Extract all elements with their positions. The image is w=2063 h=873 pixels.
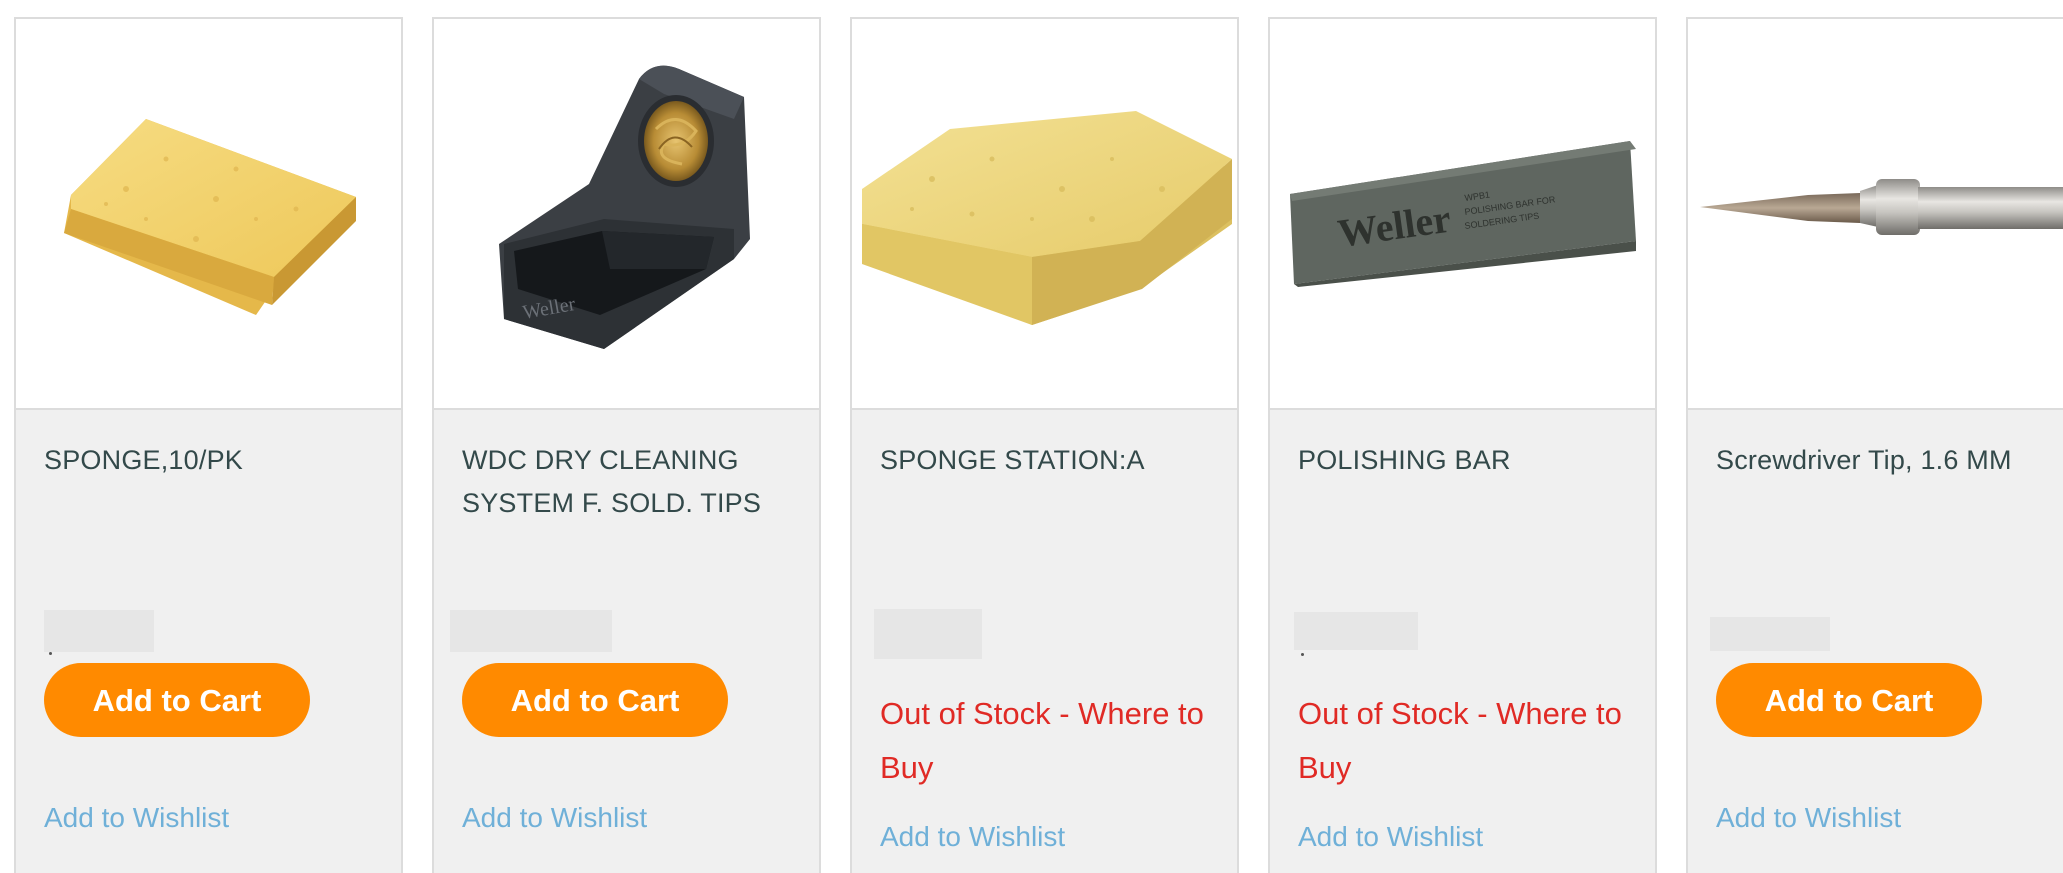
product-card: SPONGE STATION:A Out of Stock - Where to… [850, 17, 1239, 873]
price-placeholder [874, 609, 982, 659]
price-placeholder [44, 610, 154, 652]
product-card: Weller WDC DRY CLEANING SYSTEM F. SOLD. … [432, 17, 821, 873]
add-to-wishlist-link[interactable]: Add to Wishlist [1298, 821, 1483, 853]
product-card: Screwdriver Tip, 1.6 MM Add to Cart Add … [1686, 17, 2063, 873]
add-to-wishlist-link[interactable]: Add to Wishlist [462, 802, 647, 834]
price-placeholder [1710, 617, 1830, 651]
product-image-link[interactable] [16, 19, 401, 410]
add-to-wishlist-link[interactable]: Add to Wishlist [1716, 802, 1901, 834]
out-of-stock-where-to-buy-link[interactable]: Out of Stock - Where to Buy [880, 687, 1230, 795]
weller-polishing-bar-image: Weller WPB1 POLISHING BAR FOR SOLDERING … [1290, 141, 1636, 287]
dry-cleaning-station-image: Weller [499, 65, 750, 350]
product-image-link[interactable]: Weller [434, 19, 819, 410]
price-placeholder [1294, 612, 1418, 650]
product-image-link[interactable] [852, 19, 1237, 410]
price-placeholder [450, 610, 612, 652]
product-image-link[interactable] [1688, 19, 2063, 410]
thick-sponge-image [862, 111, 1232, 325]
add-to-cart-button[interactable]: Add to Cart [1716, 663, 1982, 737]
screwdriver-tip-image [1700, 179, 2063, 235]
product-card: SPONGE,10/PK Add to Cart Add to Wishlist [14, 17, 403, 873]
product-title[interactable]: WDC DRY CLEANING SYSTEM F. SOLD. TIPS [462, 439, 802, 525]
product-title[interactable]: POLISHING BAR [1298, 439, 1638, 482]
add-to-wishlist-link[interactable]: Add to Wishlist [880, 821, 1065, 853]
out-of-stock-where-to-buy-link[interactable]: Out of Stock - Where to Buy [1298, 687, 1648, 795]
product-image-link[interactable]: Weller WPB1 POLISHING BAR FOR SOLDERING … [1270, 19, 1655, 410]
product-title[interactable]: SPONGE,10/PK [44, 439, 384, 482]
product-card: Weller WPB1 POLISHING BAR FOR SOLDERING … [1268, 17, 1657, 873]
product-title[interactable]: Screwdriver Tip, 1.6 MM [1716, 439, 2056, 482]
add-to-wishlist-link[interactable]: Add to Wishlist [44, 802, 229, 834]
yellow-sponge-image [64, 119, 356, 315]
add-to-cart-button[interactable]: Add to Cart [44, 663, 310, 737]
product-title[interactable]: SPONGE STATION:A [880, 439, 1220, 482]
price-dot [49, 652, 52, 655]
price-dot [1301, 653, 1304, 656]
add-to-cart-button[interactable]: Add to Cart [462, 663, 728, 737]
product-grid: SPONGE,10/PK Add to Cart Add to Wishlist [0, 0, 2063, 873]
